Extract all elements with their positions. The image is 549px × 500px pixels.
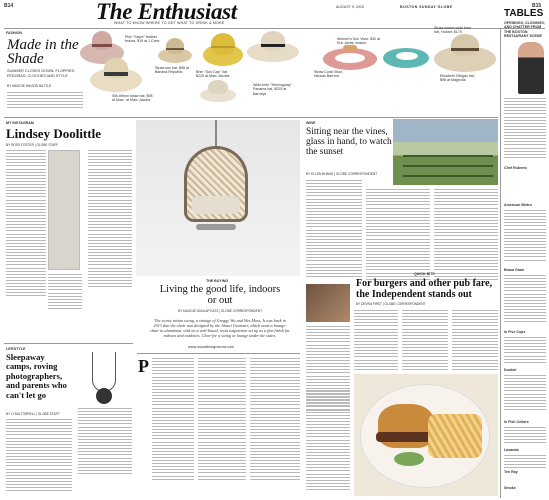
tables-subhead-4: In Five Cups [504, 330, 526, 334]
center-col-2 [198, 358, 246, 482]
tables-photo [518, 42, 544, 94]
quick-bite-byline: BY DEVRA FIRST | GLOBE CORRESPONDENT [356, 302, 426, 306]
tables-subhead-1: Chef Roberto [504, 166, 527, 170]
hat-caption-2: Silk-ribbon straw hat, $98 at Marc, at M… [112, 94, 153, 103]
tables-subhead-7: Lavanda [504, 448, 519, 452]
wine-kicker: WINE [306, 121, 316, 125]
profile-bottom-rule [4, 343, 133, 344]
quick-bite-title: For burgers and other pub fare, the Inde… [356, 278, 493, 300]
hat-caption-8: Straw woven wide brim hat, Hobart, $175 [434, 26, 471, 35]
wine-photo [393, 119, 498, 185]
feature-title-text: Made in the Shade [7, 37, 79, 67]
hat-caption-4: Brim "Sun Cap" hat, $225 at Marc Jacobs [196, 70, 230, 79]
profile-kicker: MY INSTAGRAM [6, 121, 34, 125]
pub-photo [306, 284, 350, 322]
quick-bite-col-1b [306, 390, 350, 492]
profile-photo [48, 150, 80, 270]
tables-body-3 [504, 275, 546, 325]
hat-caption-5: Wide-brim "Hemingway" Panama hat, $225 a… [253, 83, 292, 96]
tables-divider [500, 28, 501, 498]
center-url: www.wooddesignsnow.com [188, 345, 235, 349]
quick-bite-col-4 [452, 310, 498, 372]
center-col-3 [250, 358, 300, 482]
tables-title: TABLES [504, 8, 544, 19]
profile-byline: BY ROSS FOSTER | GLOBE STAFF [6, 143, 59, 147]
tagline: WHAT TO KNOW WHERE TO GET WHAT TO DRINK … [114, 21, 225, 25]
profile-col-2 [48, 274, 82, 311]
tables-body-4 [504, 337, 546, 365]
wine-byline: BY ELLEN BHANG | GLOBE CORRESPONDENT [306, 172, 378, 176]
wine-title: Sitting near the vines, glass in hand, t… [306, 127, 392, 157]
center-caption: The iconic rattan swing, a vintage of Gr… [150, 318, 290, 338]
hat-caption-7: Women's Sun Visor, $30 at Eric Javits, b… [337, 37, 381, 46]
hat-caption-3: Straw sun hat, $98 at Banana Republic [155, 66, 189, 75]
feature-body-text [7, 92, 83, 111]
drop-cap-p: P [138, 356, 149, 376]
tables-subhead-8: Ten Ray [504, 470, 518, 474]
lifestyle-byline: BY LYDIA TORRELL | GLOBE STAFF [6, 412, 60, 416]
feature-deck: SUMMER CLOSES DOWN: FLOPPIES, FEDORAS, C… [7, 69, 76, 78]
quick-bite-col-3 [402, 310, 448, 372]
tables-body-7 [504, 455, 546, 470]
quick-bite-kicker: QUICK BITE [414, 272, 435, 276]
tables-subhead-6: In Fish Cellars [504, 420, 529, 424]
lifestyle-body [6, 419, 72, 493]
tables-subhead-9: Smoke [504, 486, 516, 490]
date-line: AUGUST 9, 2015 [336, 5, 364, 9]
tables-subhead-5: Dunkin' [504, 368, 518, 372]
feature-title: Made in the Shade [7, 37, 87, 67]
burger-photo [354, 374, 498, 496]
center-rule [137, 353, 300, 354]
wine-col-1 [306, 180, 362, 279]
tables-body-6 [504, 427, 546, 446]
center-col-1 [152, 358, 194, 482]
tables-body-2 [504, 210, 546, 263]
feature-byline: BY MAGGIE WILSON BATTLE [7, 84, 51, 88]
quick-bite-col-2 [354, 310, 398, 372]
tables-body-5 [504, 375, 546, 412]
lifestyle-kicker: LIFESTYLE [6, 347, 26, 351]
tables-body-1 [504, 98, 546, 160]
tables-deck: OPENINGS, CLOSINGS, AND CHATTER FROM THE… [504, 21, 545, 38]
feature-bottom-rule [4, 117, 498, 118]
center-byline: BY MAGGIE DUNLAP KATZ | GLOBE CORRESPOND… [177, 309, 263, 313]
wine-col-3 [434, 189, 498, 282]
profile-title: Lindsey Doolittle [6, 126, 101, 141]
lifestyle-title: Sleepaway camps, roving photographers, a… [6, 352, 67, 400]
profile-col-3 [88, 150, 132, 289]
hat-caption-1: Pink "Sayre" feather fedora, $19 at J.Cr… [125, 35, 160, 44]
paper-name: BOSTON SUNDAY GLOBE [400, 5, 453, 9]
tables-subhead-2: American Bistro [504, 203, 532, 207]
center-title: Living the good life, indoors or out [159, 284, 281, 306]
tables-subhead-3: Brasa Gram [504, 268, 525, 272]
swing-photo [136, 120, 300, 276]
feature-kicker: FASHION [6, 31, 22, 35]
center-kicker: THE BUYING [206, 279, 229, 283]
hat-caption-9: Elizabeth Gilligan hat, $98 at Magnolia [440, 74, 475, 83]
lifestyle-col-2 [78, 408, 132, 476]
profile-col-1 [6, 150, 46, 299]
hat-caption-6: Straw Coral Visor, Nicolas Barrera [314, 70, 343, 79]
page-number-left: B14 [4, 3, 14, 9]
wine-col-2 [366, 189, 430, 282]
